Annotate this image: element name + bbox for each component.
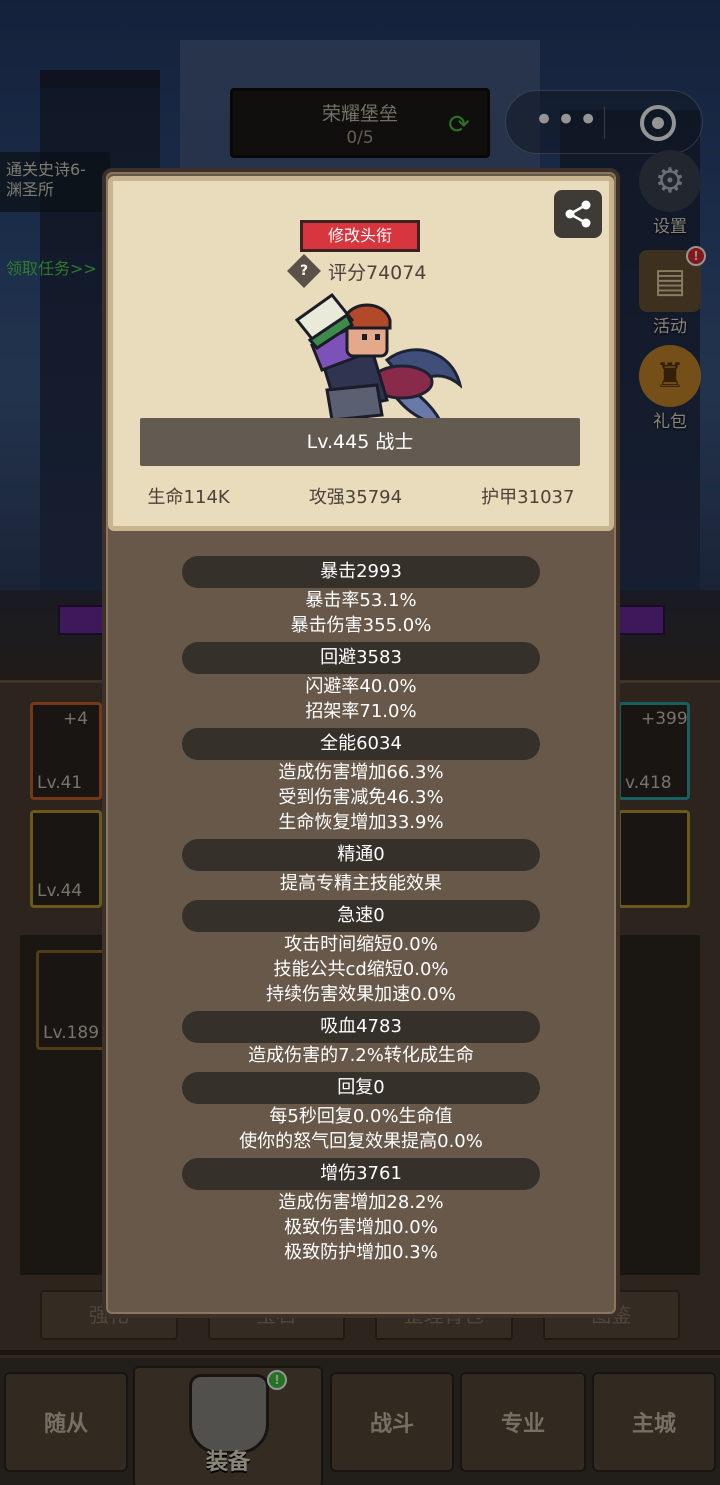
attr-head: 回复0 <box>182 1072 540 1104</box>
attack-power-stat: 攻强35794 <box>308 487 403 508</box>
attr-line: 暴击伤害355.0% <box>290 615 432 636</box>
share-button[interactable] <box>554 190 602 238</box>
attr-group-lifesteal: 吸血4783 造成伤害的7.2%转化成生命 <box>102 1011 620 1068</box>
share-icon <box>565 200 591 228</box>
attr-head: 增伤3761 <box>182 1158 540 1190</box>
attr-line: 提高专精主技能效果 <box>280 873 442 894</box>
score-value: 评分74074 <box>328 261 427 284</box>
attr-group-regen: 回复0 每5秒回复0.0%生命值 使你的怒气回复效果提高0.0% <box>102 1072 620 1154</box>
attr-line: 造成伤害的7.2%转化成生命 <box>248 1045 474 1066</box>
attr-head: 全能6034 <box>182 728 540 760</box>
level-class-bar: Lv.445 战士 <box>140 418 580 466</box>
armor-stat: 护甲31037 <box>481 487 575 508</box>
attr-line: 极致防护增加0.3% <box>284 1242 438 1263</box>
attr-line: 攻击时间缩短0.0% <box>284 934 438 955</box>
attr-group-versatility: 全能6034 造成伤害增加66.3% 受到伤害减免46.3% 生命恢复增加33.… <box>102 728 620 835</box>
attr-line: 极致伤害增加0.0% <box>284 1217 438 1238</box>
character-avatar <box>294 292 462 427</box>
attr-line: 生命恢复增加33.9% <box>278 812 444 833</box>
attr-line: 造成伤害增加28.2% <box>278 1192 444 1213</box>
attr-group-damage-bonus: 增伤3761 造成伤害增加28.2% 极致伤害增加0.0% 极致防护增加0.3% <box>102 1158 620 1265</box>
attr-line: 受到伤害减免46.3% <box>278 787 444 808</box>
change-title-button[interactable]: 修改头衔 <box>300 220 420 252</box>
attr-line: 暴击率53.1% <box>305 590 417 611</box>
attr-group-avoidance: 回避3583 闪避率40.0% 招架率71.0% <box>102 642 620 724</box>
attr-line: 闪避率40.0% <box>305 676 417 697</box>
attr-head: 吸血4783 <box>182 1011 540 1043</box>
attr-group-haste: 急速0 攻击时间缩短0.0% 技能公共cd缩短0.0% 持续伤害效果加速0.0% <box>102 900 620 1007</box>
attr-line: 每5秒回复0.0%生命值 <box>269 1106 453 1127</box>
hp-stat: 生命114K <box>147 487 230 508</box>
attr-head: 急速0 <box>182 900 540 932</box>
attr-head: 暴击2993 <box>182 556 540 588</box>
attr-head: 精通0 <box>182 839 540 871</box>
attr-head: 回避3583 <box>182 642 540 674</box>
attr-group-mastery: 精通0 提高专精主技能效果 <box>102 839 620 896</box>
attr-line: 持续伤害效果加速0.0% <box>266 984 456 1005</box>
main-stats-row: 生命114K 攻强35794 护甲31037 <box>108 483 614 511</box>
attr-line: 使你的怒气回复效果提高0.0% <box>239 1131 483 1152</box>
attribute-list: 暴击2993 暴击率53.1% 暴击伤害355.0% 回避3583 闪避率40.… <box>102 556 620 1269</box>
attr-line: 技能公共cd缩短0.0% <box>273 959 449 980</box>
attr-line: 造成伤害增加66.3% <box>278 762 444 783</box>
attr-line: 招架率71.0% <box>305 701 417 722</box>
score-row: ? 评分74074 <box>287 254 427 288</box>
help-icon[interactable]: ? <box>287 254 321 288</box>
attr-group-crit: 暴击2993 暴击率53.1% 暴击伤害355.0% <box>102 556 620 638</box>
